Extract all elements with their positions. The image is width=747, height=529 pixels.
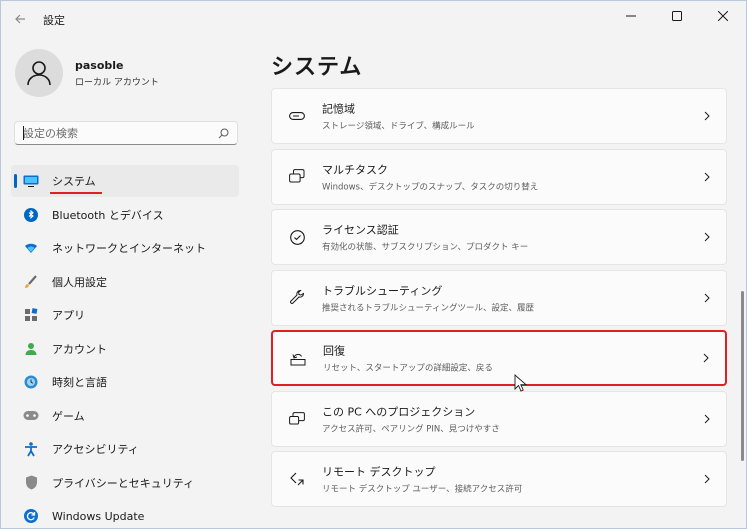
search-input[interactable] [23, 126, 217, 140]
minimize-button[interactable] [608, 1, 654, 31]
avatar [15, 49, 63, 97]
back-button[interactable] [9, 9, 31, 29]
settings-item-subtitle: リモート デスクトップ ユーザー、接続アクセス許可 [322, 484, 523, 495]
settings-item-title: 回復 [323, 344, 345, 358]
sidebar-item-label: ネットワークとインターネット [52, 242, 206, 255]
sidebar-item-label: Windows Update [52, 509, 145, 523]
sidebar-item-system[interactable]: システム [11, 165, 239, 197]
wrench-icon [288, 289, 306, 307]
settings-item-subtitle: ストレージ領域、ドライブ、構成ルール [322, 121, 475, 132]
settings-item-title: リモート デスクトップ [322, 465, 436, 479]
chevron-right-icon [702, 231, 712, 243]
sidebar-item-label: アクセシビリティ [52, 443, 139, 456]
settings-list: 記憶域 ストレージ領域、ドライブ、構成ルール マルチタスク Windows、デス… [271, 88, 727, 512]
profile-name: pasoble [75, 58, 124, 72]
sidebar-item-time-language[interactable]: 時刻と言語 [11, 366, 239, 398]
window-controls [608, 1, 746, 31]
recovery-icon [289, 349, 307, 367]
network-icon [23, 240, 39, 256]
chevron-right-icon [702, 171, 712, 183]
settings-item-recovery[interactable]: 回復 リセット、スタートアップの詳細設定、戻る [271, 330, 727, 386]
multitasking-icon [288, 168, 306, 186]
settings-item-title: この PC へのプロジェクション [322, 405, 476, 418]
sidebar-item-bluetooth[interactable]: Bluetooth とデバイス [11, 199, 239, 231]
user-profile[interactable]: pasoble ローカル アカウント [15, 49, 159, 97]
settings-item-subtitle: 推奨されるトラブルシューティングツール、設定、履歴 [322, 303, 534, 313]
sidebar-item-network[interactable]: ネットワークとインターネット [11, 232, 239, 264]
personalization-icon [23, 274, 39, 290]
chevron-right-icon [701, 352, 711, 364]
sidebar-item-label: Bluetooth とデバイス [52, 208, 164, 222]
chevron-right-icon [702, 413, 712, 425]
settings-item-title: 記憶域 [322, 102, 355, 116]
close-icon [718, 11, 728, 21]
maximize-icon [672, 11, 682, 21]
sidebar-item-label: プライバシーとセキュリティ [52, 476, 195, 490]
sidebar-item-accounts[interactable]: アカウント [11, 333, 239, 365]
settings-item-subtitle: リセット、スタートアップの詳細設定、戻る [323, 363, 493, 374]
settings-item-remote-desktop[interactable]: リモート デスクトップ リモート デスクトップ ユーザー、接続アクセス許可 [271, 451, 727, 507]
search-icon[interactable] [217, 127, 229, 139]
sidebar-item-personalization[interactable]: 個人用設定 [11, 266, 239, 298]
sidebar-item-label: アカウント [52, 342, 107, 356]
text-caret [23, 126, 24, 140]
settings-item-troubleshoot[interactable]: トラブルシューティング 推奨されるトラブルシューティングツール、設定、履歴 [271, 269, 727, 326]
sidebar-item-label: アプリ [52, 309, 85, 322]
page-title: システム [271, 55, 363, 80]
sidebar-item-label: 時刻と言語 [52, 376, 107, 389]
sidebar-item-label: 個人用設定 [52, 275, 107, 289]
accessibility-icon [23, 441, 39, 457]
settings-item-storage[interactable]: 記憶域 ストレージ領域、ドライブ、構成ルール [271, 88, 727, 144]
sidebar-item-label: システム [50, 175, 102, 194]
settings-item-subtitle: 有効化の状態、サブスクリプション、プロダクト キー [322, 242, 529, 253]
settings-item-projection[interactable]: この PC へのプロジェクション アクセス許可、ペアリング PIN、見つけやすさ [271, 390, 727, 447]
settings-item-subtitle: アクセス許可、ペアリング PIN、見つけやすさ [322, 424, 500, 434]
back-arrow-icon [15, 14, 25, 24]
activation-icon [288, 228, 306, 246]
apps-icon [23, 307, 39, 323]
user-icon [27, 61, 51, 86]
remote-desktop-icon [288, 470, 306, 488]
settings-item-activation[interactable]: ライセンス認証 有効化の状態、サブスクリプション、プロダクト キー [271, 209, 727, 265]
app-title: 設定 [43, 14, 65, 27]
sidebar-item-apps[interactable]: アプリ [11, 299, 239, 331]
vertical-scrollbar[interactable] [741, 291, 744, 461]
windows-update-icon [23, 508, 39, 524]
bluetooth-icon [23, 207, 39, 223]
sidebar-item-privacy[interactable]: プライバシーとセキュリティ [11, 467, 239, 499]
time-language-icon [23, 374, 39, 390]
minimize-icon [626, 15, 636, 17]
privacy-icon [23, 475, 39, 491]
projection-icon [288, 410, 306, 428]
account-type: ローカル アカウント [75, 77, 159, 88]
sidebar-nav: システム Bluetooth とデバイス ネットワークとインターネット 個人用設… [11, 165, 239, 528]
title-bar: 設定 [1, 1, 746, 37]
sidebar-item-label: ゲーム [52, 409, 85, 423]
storage-icon [288, 107, 306, 125]
gaming-icon [23, 408, 39, 424]
close-button[interactable] [700, 1, 746, 31]
settings-window: 設定 pasoble ローカル アカウント 設定の検索 システム Bluetoo… [0, 0, 747, 529]
chevron-right-icon [702, 473, 712, 485]
settings-item-title: トラブルシューティング [322, 284, 443, 297]
sidebar-item-accessibility[interactable]: アクセシビリティ [11, 433, 239, 465]
settings-item-title: マルチタスク [322, 163, 388, 176]
chevron-right-icon [702, 292, 712, 304]
settings-item-title: ライセンス認証 [322, 223, 399, 237]
settings-item-subtitle: Windows、デスクトップのスナップ、タスクの切り替え [322, 182, 539, 192]
sidebar-item-gaming[interactable]: ゲーム [11, 400, 239, 432]
search-box[interactable] [14, 121, 238, 145]
accounts-icon [23, 341, 39, 357]
settings-item-multitasking[interactable]: マルチタスク Windows、デスクトップのスナップ、タスクの切り替え [271, 148, 727, 205]
sidebar-item-windows-update[interactable]: Windows Update [11, 500, 239, 528]
system-icon [23, 173, 39, 189]
maximize-button[interactable] [654, 1, 700, 31]
mouse-cursor-icon [514, 374, 528, 392]
chevron-right-icon [702, 110, 712, 122]
active-indicator [14, 174, 17, 188]
